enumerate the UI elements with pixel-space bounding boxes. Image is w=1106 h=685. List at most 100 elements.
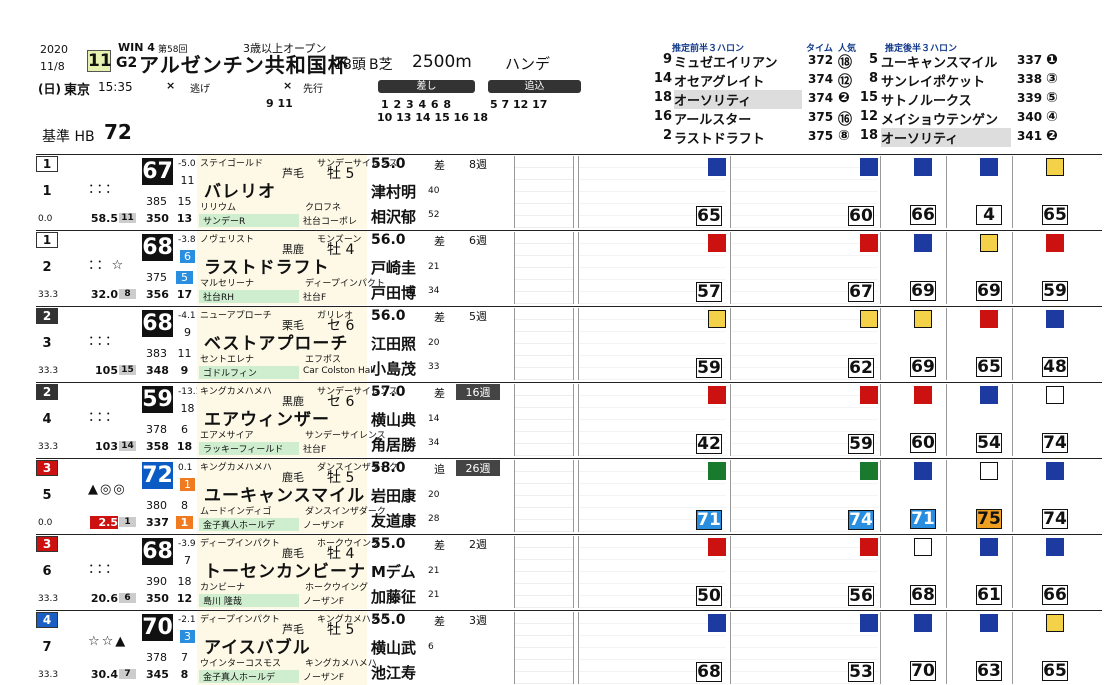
rank-horse-name: サトノルークス bbox=[881, 94, 972, 109]
horse-name: エアウィンザー bbox=[204, 410, 330, 430]
horse-name: ベストアプローチ bbox=[204, 334, 349, 354]
early-3f: 385 bbox=[146, 195, 167, 208]
owner-name: サンデーR bbox=[199, 214, 299, 227]
early-3f: 380 bbox=[146, 499, 167, 512]
rank-horse-name: オーソリティ bbox=[674, 90, 802, 109]
finish-position bbox=[708, 538, 726, 556]
carried-weight: 55.0 bbox=[371, 612, 406, 628]
running-style: 差 bbox=[434, 235, 445, 248]
odds-rank: 14 bbox=[119, 441, 136, 451]
finish-position bbox=[1046, 386, 1064, 404]
finish-position bbox=[860, 386, 878, 404]
stat-table bbox=[514, 612, 574, 684]
bms-name: キングカメハメハ bbox=[305, 659, 377, 669]
recent-speed: 60 bbox=[910, 433, 936, 453]
prediction-marks: ：：： bbox=[88, 182, 121, 197]
running-style: 差 bbox=[434, 159, 445, 172]
rank-horse-name: オーソリティ bbox=[881, 128, 1011, 147]
recent-speed: 63 bbox=[976, 661, 1002, 681]
carried-weight: 55.0 bbox=[371, 536, 406, 552]
rest-weeks: 3週 bbox=[469, 614, 487, 627]
early-3f: 383 bbox=[146, 347, 167, 360]
jockey-stat: 20 bbox=[428, 490, 440, 500]
rank-time: 341 bbox=[1017, 129, 1043, 143]
senko-horses: 9 11 bbox=[266, 97, 293, 110]
row-divider bbox=[36, 154, 1102, 155]
horse-number: 4 bbox=[42, 412, 52, 427]
rest-weeks: 2週 bbox=[469, 538, 487, 551]
x-mark-icon: × bbox=[166, 79, 176, 92]
prediction-marks: ▲◎◎ bbox=[88, 482, 127, 497]
rank-time: 340 bbox=[1017, 110, 1043, 124]
finish-position bbox=[708, 614, 726, 632]
carried-weight: 56.0 bbox=[371, 308, 406, 324]
horse-number: 2 bbox=[42, 260, 52, 275]
jockey-stat: 14 bbox=[428, 414, 440, 424]
early-3f-rank: 8 bbox=[181, 499, 188, 512]
win-odds: 103 bbox=[95, 440, 118, 453]
date: 11/8 bbox=[40, 60, 65, 73]
past-speed: 53 bbox=[848, 662, 874, 682]
horse-name: ラストドラフト bbox=[204, 258, 330, 278]
finish-position bbox=[980, 462, 998, 480]
finish-position bbox=[860, 234, 878, 252]
rank-horse-name: オセアグレイト bbox=[674, 75, 765, 90]
trainer-stat: 34 bbox=[428, 438, 440, 448]
finish-position bbox=[1046, 158, 1064, 176]
jockey-name: 江田照 bbox=[371, 335, 417, 353]
rank-horse-number: 16 bbox=[653, 109, 672, 124]
sex-age: 牡 5 bbox=[327, 166, 355, 182]
finish-position bbox=[914, 158, 932, 176]
left-value: 33.3 bbox=[38, 670, 59, 680]
past-speed: 60 bbox=[848, 206, 874, 226]
rank-horse-number: 9 bbox=[662, 52, 672, 67]
speed-index: 59 bbox=[142, 386, 173, 413]
rank-time: 372 bbox=[808, 53, 834, 67]
running-style: 差 bbox=[434, 539, 445, 552]
finish-position bbox=[914, 234, 932, 252]
trainer-name: 友道康 bbox=[371, 512, 417, 530]
oikomi-label: 追込 bbox=[488, 80, 581, 93]
base-value: 72 bbox=[104, 120, 132, 144]
late-3f-rank: 17 bbox=[176, 288, 193, 301]
finish-position bbox=[1046, 310, 1064, 328]
finish-position bbox=[914, 462, 932, 480]
finish-position bbox=[980, 386, 998, 404]
late-3f: 337 bbox=[146, 516, 169, 529]
rest-weeks: 26週 bbox=[456, 460, 500, 476]
running-style: 追 bbox=[434, 463, 445, 476]
trainer-name: 角居勝 bbox=[371, 436, 417, 454]
past-speed: 42 bbox=[696, 434, 722, 454]
gate-number: 1 bbox=[36, 232, 58, 248]
recent-speed: 75 bbox=[976, 509, 1002, 529]
dam-name: ムードインディゴ bbox=[200, 507, 272, 517]
finish-position bbox=[914, 614, 932, 632]
breeder-name: 社台コーポレ bbox=[303, 217, 358, 227]
carried-weight: 56.0 bbox=[371, 232, 406, 248]
sex-age: セ 6 bbox=[327, 394, 355, 410]
past-speed: 65 bbox=[696, 206, 722, 226]
finish-position bbox=[914, 538, 932, 556]
owner-name: 金子真人ホールデ bbox=[199, 518, 299, 531]
row-divider bbox=[36, 534, 1102, 535]
jockey-stat: 21 bbox=[428, 566, 440, 576]
finish-position bbox=[1046, 614, 1064, 632]
stat-table bbox=[514, 460, 574, 532]
gate-number: 2 bbox=[36, 308, 58, 324]
left-value: 33.3 bbox=[38, 594, 59, 604]
recent-speed: 65 bbox=[976, 357, 1002, 377]
dam-name: マルセリーナ bbox=[200, 279, 255, 289]
speed-index: 72 bbox=[142, 462, 173, 489]
win-odds: 32.0 bbox=[90, 288, 118, 301]
late-3f-rank: 13 bbox=[176, 212, 193, 225]
rank-popularity: ⑧ bbox=[838, 128, 850, 144]
gate-number: 2 bbox=[36, 384, 58, 400]
gate-number: 3 bbox=[36, 460, 58, 476]
finish-position bbox=[980, 538, 998, 556]
rank-time: 375 bbox=[808, 129, 834, 143]
gate-number: 3 bbox=[36, 536, 58, 552]
bms-name: エフポス bbox=[305, 355, 342, 365]
surface: B芝 bbox=[369, 57, 393, 73]
owner-name: 社台RH bbox=[199, 290, 299, 303]
finish-position bbox=[860, 158, 878, 176]
